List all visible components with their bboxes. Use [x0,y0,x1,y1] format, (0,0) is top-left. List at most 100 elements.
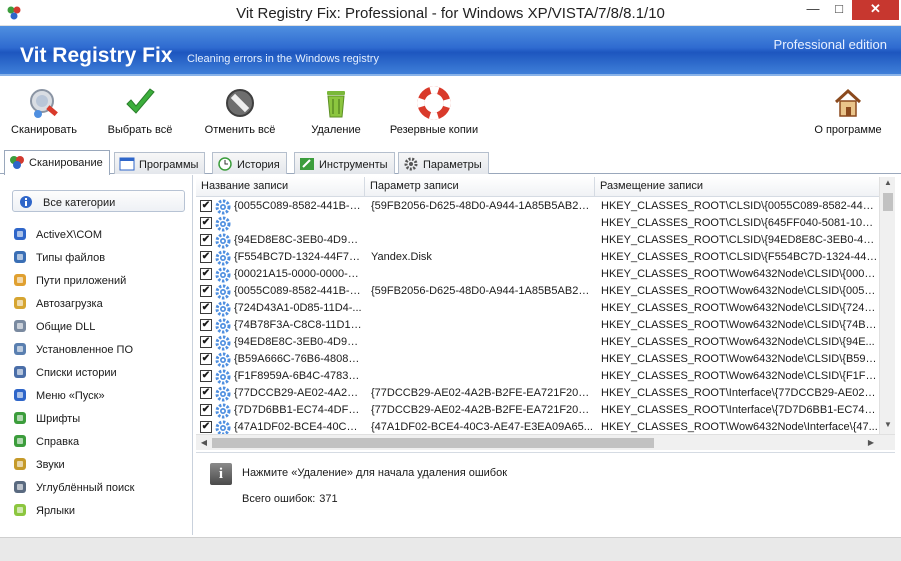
row-location: HKEY_CLASSES_ROOT\Interface\{77DCCB29-AE… [601,387,879,399]
table-row[interactable]: ✔ {74B78F3A-C8C8-11D1-... HKEY_CLASSES_ROO… [196,317,879,334]
row-name: {7D7D6BB1-EC74-4DF0-... [234,404,362,416]
info-message: Нажмите «Удаление» для начала удаления о… [242,467,508,479]
scroll-up-arrow-icon[interactable]: ▲ [880,178,895,187]
vertical-scrollbar[interactable]: ▲ ▼ [879,177,895,434]
maximize-button[interactable]: □ [826,0,852,20]
row-checkbox[interactable]: ✔ [200,353,212,365]
scroll-left-arrow-icon[interactable]: ◀ [196,438,212,447]
tab-programs-label: Программы [139,159,199,171]
row-location: HKEY_CLASSES_ROOT\Wow6432Node\CLSID\{724… [601,302,879,314]
row-checkbox[interactable]: ✔ [200,370,212,382]
sidebar-item[interactable]: Общие DLL [12,315,95,335]
info-circle-icon [20,196,32,208]
start-menu-icon [14,389,26,401]
results-table: Название записи Параметр записи Размещен… [196,177,895,450]
row-checkbox[interactable]: ✔ [200,217,212,229]
sidebar-item[interactable]: Пути приложений [12,269,126,289]
horizontal-scroll-thumb[interactable] [212,438,654,448]
sidebar-item[interactable]: ActiveX\COM [12,223,102,243]
row-checkbox[interactable]: ✔ [200,251,212,263]
column-name-header[interactable]: Название записи [196,177,365,197]
tab-history[interactable]: История [212,152,287,174]
sidebar-item[interactable]: Меню «Пуск» [12,384,105,404]
sidebar-item[interactable]: Установленное ПО [12,338,133,358]
registry-gear-icon [215,403,231,419]
column-param-header[interactable]: Параметр записи [365,177,595,197]
row-checkbox[interactable]: ✔ [200,421,212,433]
table-row[interactable]: ✔ {F1F8959A-6B4C-4783-8... HKEY_CLASSES_RO… [196,368,879,385]
sidebar-item-label: Автозагрузка [36,298,103,310]
row-checkbox[interactable]: ✔ [200,319,212,331]
table-row[interactable]: ✔ {0055C089-8582-441B-A... {59FB2056-D625-… [196,283,879,300]
error-total-value: 371 [319,493,338,505]
sidebar-item-label: Углублённый поиск [36,482,135,494]
row-checkbox[interactable]: ✔ [200,200,212,212]
row-checkbox[interactable]: ✔ [200,268,212,280]
row-param: {77DCCB29-AE02-4A2B-B2FE-EA721F209... [371,404,593,416]
about-button[interactable]: О программе [810,86,886,136]
table-row[interactable]: ✔ {94ED8E8C-3EB0-4D98-... HKEY_CLASSES_ROO… [196,232,879,249]
table-row[interactable]: ✔ {F554BC7D-1324-44F7-8... Yandex.Disk HKEY… [196,249,879,266]
help-icon [14,435,26,447]
close-button[interactable]: ✕ [852,0,899,20]
select-all-label: Выбрать всё [107,124,173,136]
tab-tools[interactable]: Инструменты [294,152,395,174]
sidebar-item[interactable]: Автозагрузка [12,292,103,312]
scroll-right-arrow-icon[interactable]: ▶ [863,438,879,447]
select-all-button[interactable]: Выбрать всё [102,86,178,136]
backups-button[interactable]: Резервные копии [386,86,482,136]
all-categories-button[interactable]: Все категории [12,190,185,212]
sidebar-item-label: Ярлыки [36,505,75,517]
table-row[interactable]: ✔ {B59A666C-76B6-4808-9... HKEY_CLASSES_RO… [196,351,879,368]
tab-scan[interactable]: Сканирование [4,150,110,175]
scroll-down-arrow-icon[interactable]: ▼ [880,420,895,429]
row-checkbox[interactable]: ✔ [200,387,212,399]
table-row[interactable]: ✔ {7D7D6BB1-EC74-4DF0-... {77DCCB29-AE02-4… [196,402,879,419]
row-checkbox[interactable]: ✔ [200,302,212,314]
horizontal-scrollbar[interactable]: ◀ ▶ [196,434,895,450]
all-categories-label: Все категории [43,197,116,209]
file-types-icon [14,251,26,263]
row-param: {59FB2056-D625-48D0-A944-1A85B5AB26... [371,200,593,212]
table-row[interactable]: ✔ {00021A15-0000-0000-C... HKEY_CLASSES_RO… [196,266,879,283]
row-checkbox[interactable]: ✔ [200,336,212,348]
table-row[interactable]: ✔ {724D43A1-0D85-11D4-... HKEY_CLASSES_ROO… [196,300,879,317]
row-location: HKEY_CLASSES_ROOT\CLSID\{645FF040-5081-1… [601,217,879,229]
vertical-scroll-thumb[interactable] [883,193,893,211]
checkmark-icon [126,88,155,114]
sidebar-item[interactable]: Ярлыки [12,499,75,519]
row-name: {F1F8959A-6B4C-4783-8... [234,370,362,382]
row-checkbox[interactable]: ✔ [200,234,212,246]
row-param: {47A1DF02-BCE4-40C3-AE47-E3EA09A65... [371,421,593,433]
deselect-all-button[interactable]: Отменить всё [200,86,280,136]
home-icon [834,88,862,117]
tab-programs[interactable]: Программы [114,152,206,174]
table-row[interactable]: ✔ {77DCCB29-AE02-4A2B-... {77DCCB29-AE02-4… [196,385,879,402]
sidebar-item[interactable]: Углублённый поиск [12,476,134,496]
sidebar-item[interactable]: Шрифты [12,407,80,427]
table-row[interactable]: ✔ {0055C089-8582-441B-A... {59FB2056-D625-… [196,198,879,215]
window-icon [119,157,135,171]
row-checkbox[interactable]: ✔ [200,285,212,297]
tools-icon [300,158,314,170]
row-checkbox[interactable]: ✔ [200,404,212,416]
row-name: {724D43A1-0D85-11D4-... [234,302,362,314]
sound-icon [14,458,26,470]
column-location-header[interactable]: Размещение записи [595,177,879,197]
sidebar-item[interactable]: Справка [12,430,79,450]
toolbar: Сканировать Выбрать всё Отменить всё Уда… [0,78,901,148]
sidebar-item[interactable]: Списки истории [12,361,117,381]
minimize-button[interactable]: — [800,0,826,20]
tab-settings[interactable]: Параметры [398,152,489,174]
table-row[interactable]: ✔ {94ED8E8C-3EB0-4D98-... HKEY_CLASSES_ROO… [196,334,879,351]
registry-gear-icon [215,216,231,232]
scan-button[interactable]: Сканировать [8,86,80,136]
delete-button[interactable]: Удаление [306,86,366,136]
scan-icon [30,89,58,118]
sidebar-item[interactable]: Типы файлов [12,246,105,266]
sidebar-item[interactable]: Звуки [12,453,65,473]
sidebar-item-label: Установленное ПО [36,344,134,356]
row-name: {00021A15-0000-0000-C... [234,268,362,280]
sidebar-item-label: ActiveX\COM [36,229,103,241]
table-row[interactable]: ✔ HKEY_CLASSES_ROOT\CLSID\{645FF040-5081-… [196,215,879,232]
